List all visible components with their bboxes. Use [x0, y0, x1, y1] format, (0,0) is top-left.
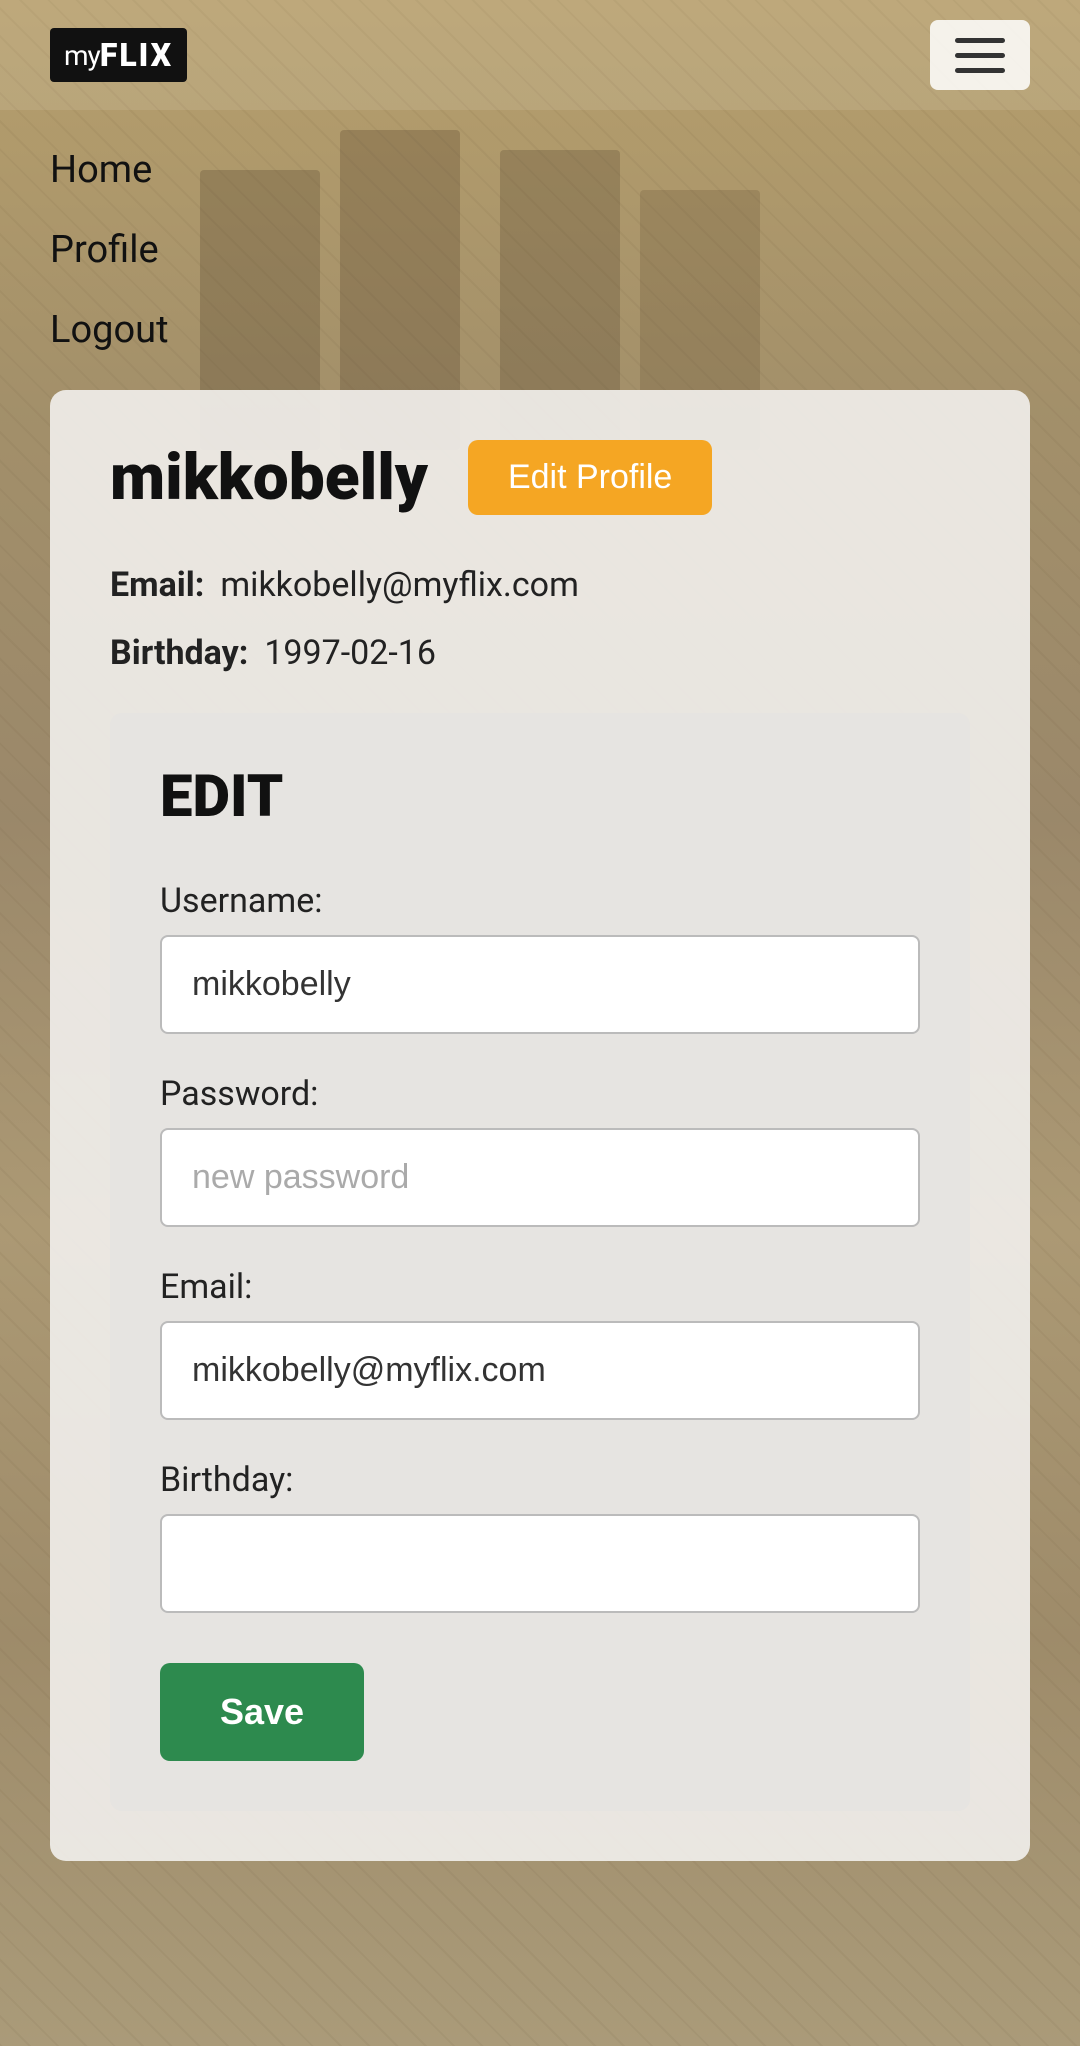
birthday-value: 1997-02-16 — [264, 633, 436, 673]
logo-flix: FLIX — [100, 36, 173, 74]
edit-title: EDIT — [160, 763, 920, 831]
header: my FLIX — [0, 0, 1080, 110]
logo-my: my — [64, 39, 100, 72]
birthday-label: Birthday: — [110, 633, 248, 673]
username-form-group: Username: — [160, 881, 920, 1034]
password-form-group: Password: — [160, 1074, 920, 1227]
email-form-group: Email: — [160, 1267, 920, 1420]
birthday-info-row: Birthday: 1997-02-16 — [110, 633, 970, 673]
save-button[interactable]: Save — [160, 1663, 364, 1761]
email-input[interactable] — [160, 1321, 920, 1420]
nav-item-logout[interactable]: Logout — [50, 290, 1030, 370]
hamburger-line-2 — [955, 53, 1005, 58]
hamburger-line-1 — [955, 38, 1005, 43]
profile-username: mikkobelly — [110, 440, 428, 515]
nav-item-home[interactable]: Home — [50, 130, 1030, 210]
email-info-row: Email: mikkobelly@myflix.com — [110, 565, 970, 605]
hamburger-line-3 — [955, 68, 1005, 73]
birthday-input[interactable] — [160, 1514, 920, 1613]
password-form-label: Password: — [160, 1074, 920, 1114]
email-form-label: Email: — [160, 1267, 920, 1307]
edit-profile-button[interactable]: Edit Profile — [468, 440, 712, 515]
profile-card: mikkobelly Edit Profile Email: mikkobell… — [50, 390, 1030, 1861]
email-value: mikkobelly@myflix.com — [220, 565, 579, 605]
username-form-label: Username: — [160, 881, 920, 921]
logo: my FLIX — [50, 28, 187, 82]
profile-header: mikkobelly Edit Profile — [110, 440, 970, 515]
nav-item-profile[interactable]: Profile — [50, 210, 1030, 290]
username-input[interactable] — [160, 935, 920, 1034]
email-label: Email: — [110, 565, 204, 605]
main-nav: Home Profile Logout — [0, 110, 1080, 390]
password-input[interactable] — [160, 1128, 920, 1227]
main-content: mikkobelly Edit Profile Email: mikkobell… — [0, 390, 1080, 1921]
hamburger-menu-button[interactable] — [930, 20, 1030, 90]
edit-section: EDIT Username: Password: Email: Birthday… — [110, 713, 970, 1811]
birthday-form-group: Birthday: — [160, 1460, 920, 1613]
birthday-form-label: Birthday: — [160, 1460, 920, 1500]
profile-info: Email: mikkobelly@myflix.com Birthday: 1… — [110, 565, 970, 673]
